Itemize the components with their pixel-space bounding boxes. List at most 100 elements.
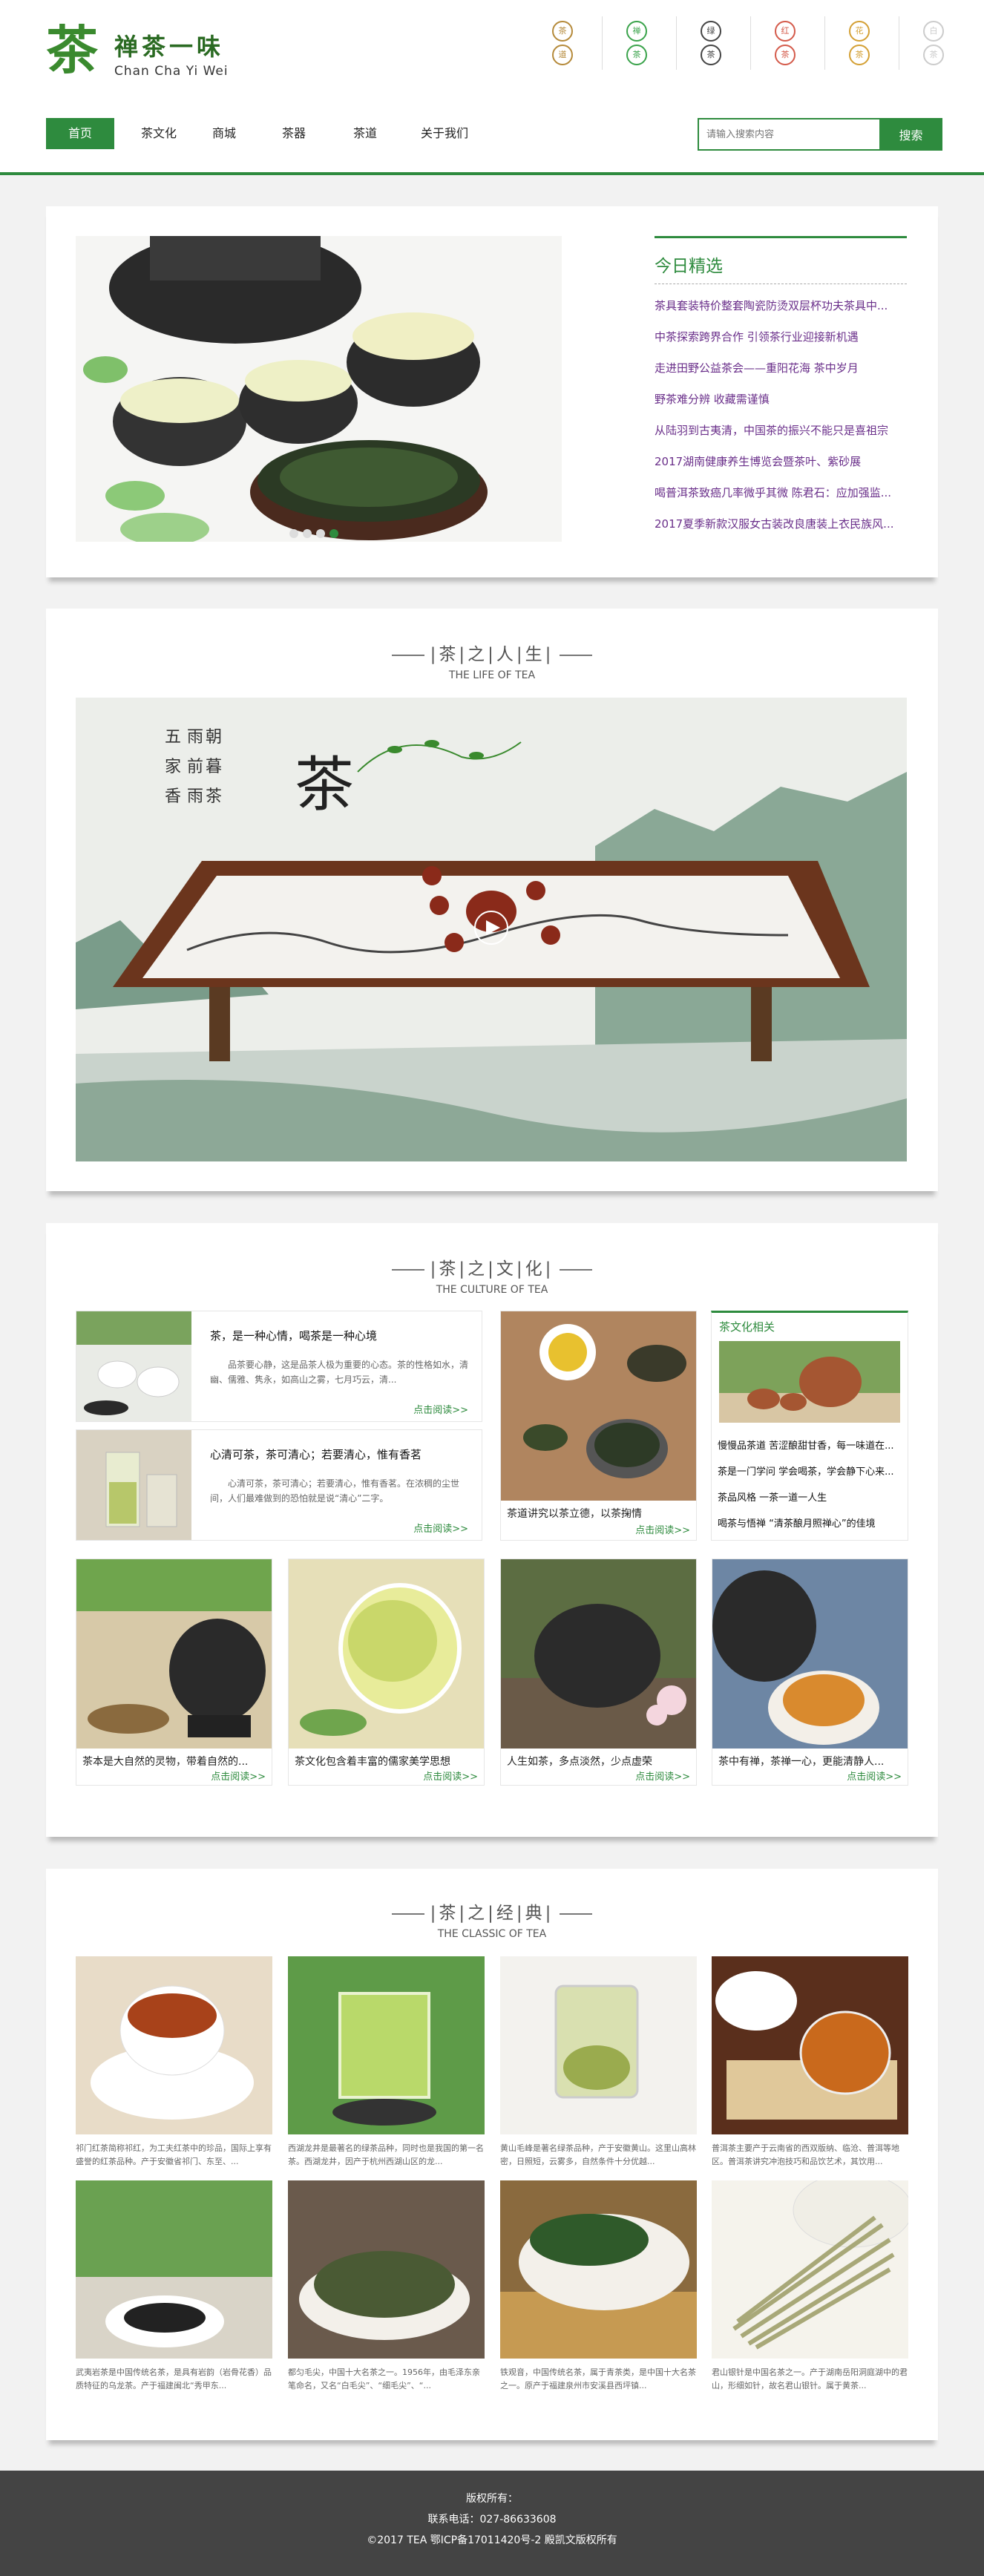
banner-slider[interactable] xyxy=(76,236,562,542)
search-button[interactable]: 搜索 xyxy=(879,118,942,151)
read-more-link[interactable]: 点击阅读>> xyxy=(635,1769,690,1783)
footer-phone: 联系电话：027-86633608 xyxy=(427,2514,557,2526)
seal-char: 茶 xyxy=(626,45,647,65)
tea-description: 都匀毛尖，中国十大名茶之一。1956年，由毛泽东亲笔命名，又名“白毛尖”、“细毛… xyxy=(288,2367,480,2390)
related-item[interactable]: 喝茶与悟禅 “清茶酿月照禅心”的佳境 xyxy=(718,1515,903,1530)
slider-dot[interactable] xyxy=(289,529,298,538)
seal-link-5[interactable]: 花茶 xyxy=(825,16,899,70)
seal-link-6[interactable]: 白茶 xyxy=(899,16,974,70)
culture-card[interactable]: 茶文化包含着丰富的儒家美学思想 点击阅读>> xyxy=(288,1559,485,1786)
search-box: 搜索 xyxy=(698,118,942,151)
classic-tea-item[interactable]: 西湖龙井是最著名的绿茶品种，同时也是我国的第一名茶。西湖龙井，因产于杭州西湖山区… xyxy=(288,1956,485,2172)
svg-text:茶: 茶 xyxy=(206,787,222,806)
divider xyxy=(655,236,907,238)
today-item[interactable]: 2017湖南健康养生博览会暨茶叶、紫砂展 xyxy=(655,453,907,485)
nav-shop[interactable]: 商城 xyxy=(202,118,246,149)
classic-tea-item[interactable]: 普洱茶主要产于云南省的西双版纳、临沧、普洱等地区。普洱茶讲究冲泡技巧和品饮艺术，… xyxy=(712,1956,908,2172)
site-footer: 版权所有： 联系电话：027-86633608 ©2017 TEA 鄂ICP备1… xyxy=(0,2471,984,2576)
related-item[interactable]: 茶品风格 一茶一道一人生 xyxy=(718,1489,903,1504)
nav-tea-culture[interactable]: 茶文化 xyxy=(129,118,188,149)
tea-description: 黄山毛峰是著名绿茶品种，产于安徽黄山。这里山高林密，日照短，云雾多，自然条件十分… xyxy=(500,2143,696,2166)
article-title: 茶，是一种心情，喝茶是一种心境 xyxy=(210,1329,378,1343)
feature-image xyxy=(501,1311,696,1501)
related-item[interactable]: 慢慢品茶道 苦涩酿甜甘香，每一味道在... xyxy=(718,1438,903,1452)
featured-panel: 今日精选 茶具套装特价整套陶瓷防烫双层杯功夫茶具中... 中茶探索跨界合作 引领… xyxy=(46,206,938,577)
seal-link-1[interactable]: 茶道 xyxy=(528,16,603,70)
seal-char: 红 xyxy=(775,21,796,42)
card-image xyxy=(501,1559,696,1749)
culture-card[interactable]: 人生如茶，多点淡然，少点虚荣 点击阅读>> xyxy=(500,1559,697,1786)
tea-image xyxy=(500,1956,697,2134)
tea-image xyxy=(712,2172,913,2359)
footer-copyright-label: 版权所有： xyxy=(466,2493,518,2505)
site-header: 茶 禅茶一味 Chan Cha Yi Wei 茶道 禅茶 绿茶 红茶 花茶 白茶… xyxy=(0,0,984,175)
classic-tea-item[interactable]: 祁门红茶简称祁红，为工夫红茶中的珍品，国际上享有盛誉的红茶品种。产于安徽省祁门、… xyxy=(76,1956,272,2172)
culture-card[interactable]: 茶本是大自然的灵物，带着自然的... 点击阅读>> xyxy=(76,1559,272,1786)
today-item[interactable]: 走进田野公益茶会——重阳花海 茶中岁月 xyxy=(655,360,907,391)
nav-about[interactable]: 关于我们 xyxy=(411,118,478,149)
logo-cn-text: 禅茶一味 xyxy=(114,33,225,61)
today-item[interactable]: 喝普洱茶致癌几率微乎其微 陈君石：应加强监... xyxy=(655,485,907,516)
article-image xyxy=(76,1311,191,1421)
tea-painting-video[interactable]: 五雨朝 家前暮 香雨茶 茶 xyxy=(76,698,907,1161)
seal-char: 道 xyxy=(552,45,573,65)
slider-dot[interactable] xyxy=(316,529,325,538)
card-caption: 茶中有禅，茶禅一心，更能清静人... xyxy=(718,1756,885,1768)
today-picks: 今日精选 茶具套装特价整套陶瓷防烫双层杯功夫茶具中... 中茶探索跨界合作 引领… xyxy=(655,236,907,547)
classic-tea-item[interactable]: 都匀毛尖，中国十大名茶之一。1956年，由毛泽东亲笔命名，又名“白毛尖”、“细毛… xyxy=(288,2180,485,2396)
card-caption: 茶本是大自然的灵物，带着自然的... xyxy=(82,1756,249,1768)
culture-feature-card[interactable]: 茶道讲究以茶立德，以茶掬情 点击阅读>> xyxy=(500,1311,697,1541)
seal-link-2[interactable]: 禅茶 xyxy=(603,16,677,70)
nav-tea-ceremony[interactable]: 茶道 xyxy=(343,118,387,149)
classic-tea-item[interactable]: 黄山毛峰是著名绿茶品种，产于安徽黄山。这里山高林密，日照短，云雾多，自然条件十分… xyxy=(500,1956,697,2172)
today-item[interactable]: 野茶难分辨 收藏需谨慎 xyxy=(655,391,907,422)
culture-article-card[interactable]: 心清可茶，茶可清心；若要清心，惟有香茗 心清可茶，茶可清心；若要清心，惟有香茗。… xyxy=(76,1429,482,1541)
classic-tea-item[interactable]: 君山银针是中国名茶之一。产于湖南岳阳洞庭湖中的君山，形细如针，故名君山银针。属于… xyxy=(712,2172,913,2396)
section-title: |茶|之|人|生| THE LIFE OF TEA xyxy=(46,640,938,681)
culture-of-tea-section: |茶|之|文|化| THE CULTURE OF TEA 茶，是一种心情，喝茶是… xyxy=(46,1223,938,1837)
slider-dots xyxy=(289,527,343,538)
svg-text:五: 五 xyxy=(165,728,181,747)
read-more-link[interactable]: 点击阅读>> xyxy=(211,1769,266,1783)
article-title: 心清可茶，茶可清心；若要清心，惟有香茗 xyxy=(210,1448,422,1461)
nav-tea-ware[interactable]: 茶器 xyxy=(272,118,316,149)
article-excerpt: 品茶要心静，这是品茶人极为重要的心态。茶的性格如水，清幽、儒雅、隽永，如高山之雾… xyxy=(210,1360,469,1385)
seal-char: 茶 xyxy=(775,45,796,65)
footer-icp: ©2017 TEA 鄂ICP备17011420号-2 殿凯文版权所有 xyxy=(367,2534,617,2546)
classic-tea-item[interactable]: 铁观音，中国传统名茶，属于青茶类，是中国十大名茶之一。原产于福建泉州市安溪县西坪… xyxy=(500,2180,697,2396)
slider-dot-active[interactable] xyxy=(329,529,338,538)
seal-links: 茶道 禅茶 绿茶 红茶 花茶 白茶 xyxy=(528,16,948,70)
classic-tea-item[interactable]: 武夷岩茶是中国传统名茶，是具有岩韵（岩骨花香）品质特征的乌龙茶。产于福建闽北“秀… xyxy=(76,2180,272,2396)
seal-link-4[interactable]: 红茶 xyxy=(751,16,825,70)
article-image xyxy=(76,1430,191,1540)
svg-text:暮: 暮 xyxy=(206,758,222,776)
related-box: 茶文化相关 慢慢品茶道 苦涩酿甜甘香，每一味道在... 茶是一门学问 学会喝茶，… xyxy=(711,1311,908,1541)
section-title: |茶|之|文|化| THE CULTURE OF TEA xyxy=(46,1254,938,1296)
today-item[interactable]: 从陆羽到古夷清，中国茶的振兴不能只是喜祖宗 xyxy=(655,422,907,453)
logo[interactable]: 茶 禅茶一味 Chan Cha Yi Wei xyxy=(46,18,239,85)
seal-link-3[interactable]: 绿茶 xyxy=(677,16,751,70)
culture-article-card[interactable]: 茶，是一种心情，喝茶是一种心境 品茶要心静，这是品茶人极为重要的心态。茶的性格如… xyxy=(76,1311,482,1422)
today-item[interactable]: 茶具套装特价整套陶瓷防烫双层杯功夫茶具中... xyxy=(655,298,907,329)
related-item[interactable]: 茶是一门学问 学会喝茶，学会静下心来... xyxy=(718,1464,903,1478)
slider-dot[interactable] xyxy=(303,529,312,538)
nav-home[interactable]: 首页 xyxy=(46,118,114,149)
read-more-link[interactable]: 点击阅读>> xyxy=(413,1521,468,1535)
card-caption: 茶文化包含着丰富的儒家美学思想 xyxy=(295,1756,450,1768)
culture-card[interactable]: 茶中有禅，茶禅一心，更能清静人... 点击阅读>> xyxy=(712,1559,908,1786)
read-more-link[interactable]: 点击阅读>> xyxy=(847,1769,902,1783)
today-item[interactable]: 2017夏季新款汉服女古装改良唐装上衣民族风... xyxy=(655,516,907,547)
seal-char: 花 xyxy=(849,21,870,42)
read-more-link[interactable]: 点击阅读>> xyxy=(423,1769,478,1783)
read-more-link[interactable]: 点击阅读>> xyxy=(635,1522,690,1536)
search-input[interactable] xyxy=(699,119,879,149)
section-title: |茶|之|经|典| THE CLASSIC OF TEA xyxy=(46,1898,938,1940)
today-item[interactable]: 中茶探索跨界合作 引领茶行业迎接新机遇 xyxy=(655,329,907,360)
card-image xyxy=(289,1559,484,1749)
tea-description: 祁门红茶简称祁红，为工夫红茶中的珍品，国际上享有盛誉的红茶品种。产于安徽省祁门、… xyxy=(76,2143,272,2166)
card-image xyxy=(76,1559,272,1749)
logo-char: 茶 xyxy=(46,19,98,81)
read-more-link[interactable]: 点击阅读>> xyxy=(413,1402,468,1416)
seal-char: 禅 xyxy=(626,21,647,42)
seal-char: 茶 xyxy=(552,21,573,42)
